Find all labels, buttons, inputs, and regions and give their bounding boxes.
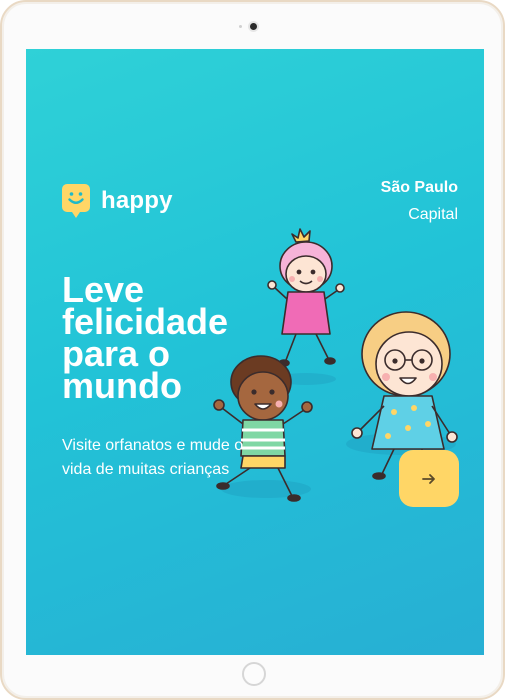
home-button[interactable] xyxy=(242,662,266,686)
hero-headline: Leve felicidade para o mundo xyxy=(62,272,228,406)
arrow-right-icon xyxy=(422,473,435,484)
smiley-pin-icon xyxy=(62,184,90,218)
sensor-dot xyxy=(239,25,242,28)
brand-name: happy xyxy=(101,187,173,214)
enter-app-button[interactable] xyxy=(399,450,459,507)
girl-pink-dress xyxy=(267,228,345,367)
landing-screen: happy São Paulo Capital Leve felicidade … xyxy=(26,49,484,655)
front-camera xyxy=(250,23,257,30)
hero-subtitle: Visite orfanatos e mude o vida de muitas… xyxy=(62,437,244,478)
tablet-frame: happy São Paulo Capital Leve felicidade … xyxy=(0,0,505,700)
headline-line: mundo xyxy=(62,365,182,406)
brand-logo[interactable]: happy xyxy=(62,184,173,218)
